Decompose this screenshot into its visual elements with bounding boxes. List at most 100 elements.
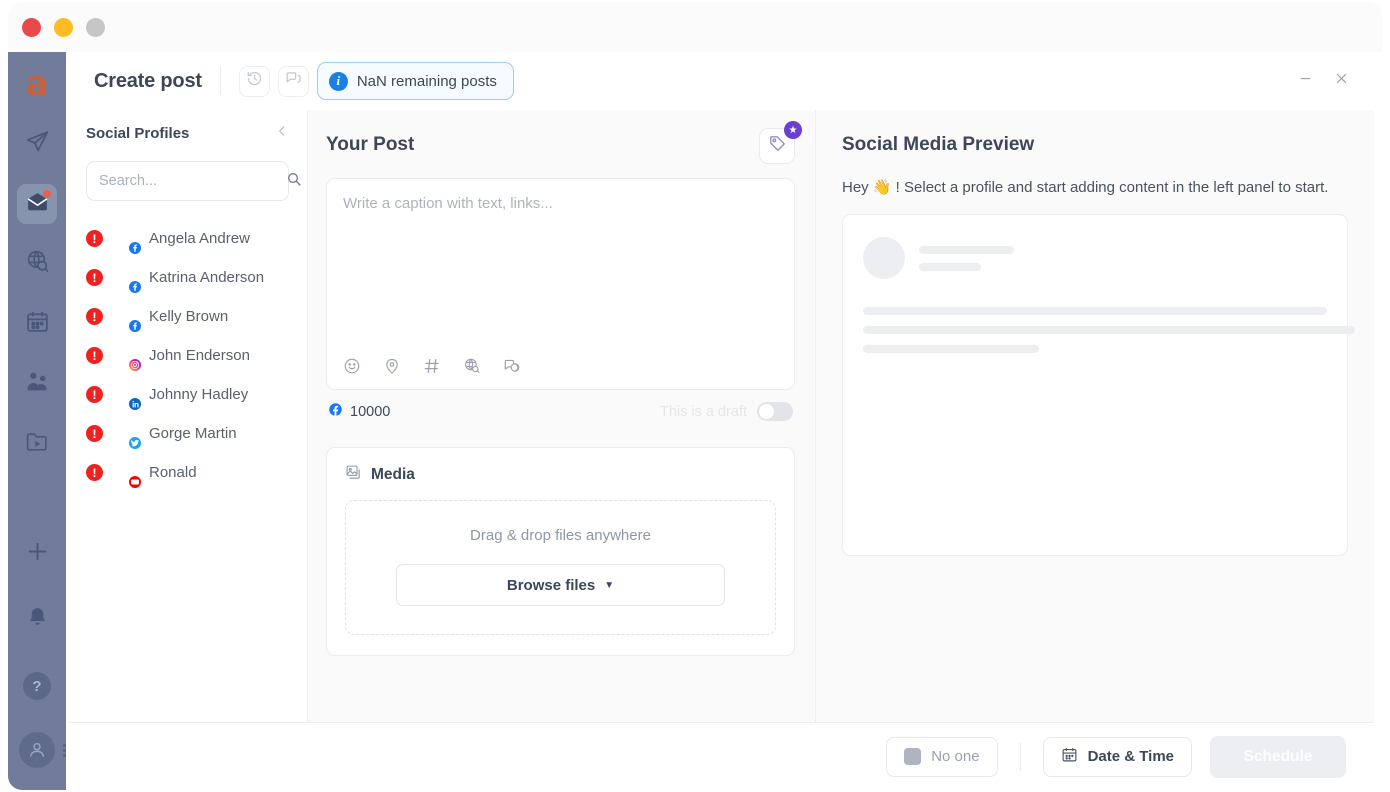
character-count-value: 10000 [350,404,390,420]
search-profiles-box[interactable] [86,161,289,201]
profile-error-badge[interactable]: ! [86,464,103,481]
modal-body: Social Profiles ! Angela Andrew !Katrina A… [68,110,1374,722]
character-count: 10000 [328,402,390,421]
draft-toggle[interactable] [757,402,793,421]
sidebar-item-inbox[interactable] [17,184,57,224]
calendar-icon [25,309,50,339]
profile-error-badge[interactable]: ! [86,308,103,325]
globe-search-icon[interactable] [463,357,481,375]
social-profiles-list: ! Angela Andrew !Katrina Anderson! Kelly Br… [86,219,289,492]
sidebar-item-media-library[interactable] [17,424,57,464]
editor-toolbar [343,357,778,389]
your-post-title: Your Post [326,128,414,156]
profile-list-item[interactable]: ! Angela Andrew [86,219,289,258]
sidebar-item-publish[interactable] [17,124,57,164]
profile-list-item[interactable]: ! Kelly Brown [86,297,289,336]
profile-list-item[interactable]: ! Gorge Martin [86,414,289,453]
browse-files-button[interactable]: Browse files ▼ [396,564,725,606]
media-header: Media [345,464,776,486]
profile-avatar-wrapper [112,225,140,253]
skeleton-bar [863,345,1039,353]
draft-toggle-group[interactable]: This is a draft [660,402,793,421]
comments-icon [285,70,302,92]
folder-video-icon [25,429,50,459]
profile-error-badge[interactable]: ! [86,386,103,403]
schedule-button[interactable]: Schedule [1210,736,1346,778]
collapse-panel-button[interactable] [275,124,289,143]
social-media-preview-panel: Social Media Preview Hey 👋 ! Select a pr… [816,110,1374,722]
sidebar-item-notifications[interactable] [17,600,57,640]
hashtag-icon[interactable] [423,357,441,375]
account-menu-button[interactable] [63,744,66,757]
sidebar-item-audience[interactable] [17,364,57,404]
search-icon [286,171,302,192]
traffic-lights [22,18,105,37]
editor-meta: 10000 This is a draft [326,402,795,421]
social-profiles-title: Social Profiles [86,125,189,142]
profile-list-item[interactable]: !Johnny Hadley [86,375,289,414]
audience-label: No one [931,748,979,765]
comments-button[interactable] [278,66,309,97]
skeleton-header [863,237,1327,279]
profile-name: Angela Andrew [149,230,250,247]
skeleton-bar [863,326,1355,334]
search-input[interactable] [99,173,286,189]
sidebar-item-add[interactable] [17,534,57,574]
profile-list-item[interactable]: ! Ronald [86,453,289,492]
minimize-window-button[interactable] [54,18,73,37]
sidebar-account[interactable] [19,732,55,768]
preview-hint: Hey 👋 ! Select a profile and start addin… [842,178,1348,196]
os-titlebar [8,2,1382,52]
media-card: Media Drag & drop files anywhere Browse … [326,447,795,656]
comment-bubble-icon[interactable] [503,357,521,375]
profile-name: Ronald [149,464,197,481]
youtube-badge-icon [128,475,142,489]
zoom-window-button[interactable] [86,18,105,37]
profile-name: Gorge Martin [149,425,237,442]
caption-editor[interactable]: Write a caption with text, links... [326,178,795,390]
skeleton-bar [919,263,981,271]
profile-error-badge[interactable]: ! [86,347,103,364]
minimize-modal-button[interactable] [1290,66,1320,96]
modal-header: Create post i NaN remaining posts [68,52,1374,110]
remaining-posts-chip[interactable]: i NaN remaining posts [317,62,514,100]
close-modal-button[interactable] [1326,66,1356,96]
date-time-label: Date & Time [1088,748,1174,765]
footer-divider [1020,743,1021,771]
date-time-button[interactable]: Date & Time [1043,737,1192,777]
facebook-badge-icon [128,319,142,333]
avatar [19,732,55,768]
history-button[interactable] [239,66,270,97]
instagram-badge-icon [128,358,142,372]
profile-list-item[interactable]: ! John Enderson [86,336,289,375]
location-pin-icon[interactable] [383,357,401,375]
sidebar-item-discover[interactable] [17,244,57,284]
profile-name: Kelly Brown [149,308,228,325]
profile-error-badge[interactable]: ! [86,425,103,442]
media-dropzone[interactable]: Drag & drop files anywhere Browse files … [345,500,776,635]
calendar-icon [1061,746,1078,767]
profile-avatar-wrapper [112,459,140,487]
chevron-left-icon [275,124,289,143]
info-icon: i [329,72,348,91]
sidebar-item-calendar[interactable] [17,304,57,344]
browse-files-label: Browse files [507,577,595,594]
close-window-button[interactable] [22,18,41,37]
history-icon [246,70,263,92]
skeleton-avatar [863,237,905,279]
close-icon [1334,71,1349,91]
header-divider [220,67,221,95]
profile-name: John Enderson [149,347,250,364]
app-sidebar: a [8,52,66,790]
emoji-icon[interactable] [343,357,361,375]
chevron-down-icon: ▼ [604,580,614,591]
facebook-icon [328,402,343,421]
audience-button[interactable]: No one [886,737,997,777]
tag-icon [768,134,787,158]
profile-avatar-wrapper [112,420,140,448]
profile-error-badge[interactable]: ! [86,230,103,247]
sidebar-item-help[interactable]: ? [17,666,57,706]
users-icon [25,369,50,399]
profile-list-item[interactable]: !Katrina Anderson [86,258,289,297]
profile-error-badge[interactable]: ! [86,269,103,286]
